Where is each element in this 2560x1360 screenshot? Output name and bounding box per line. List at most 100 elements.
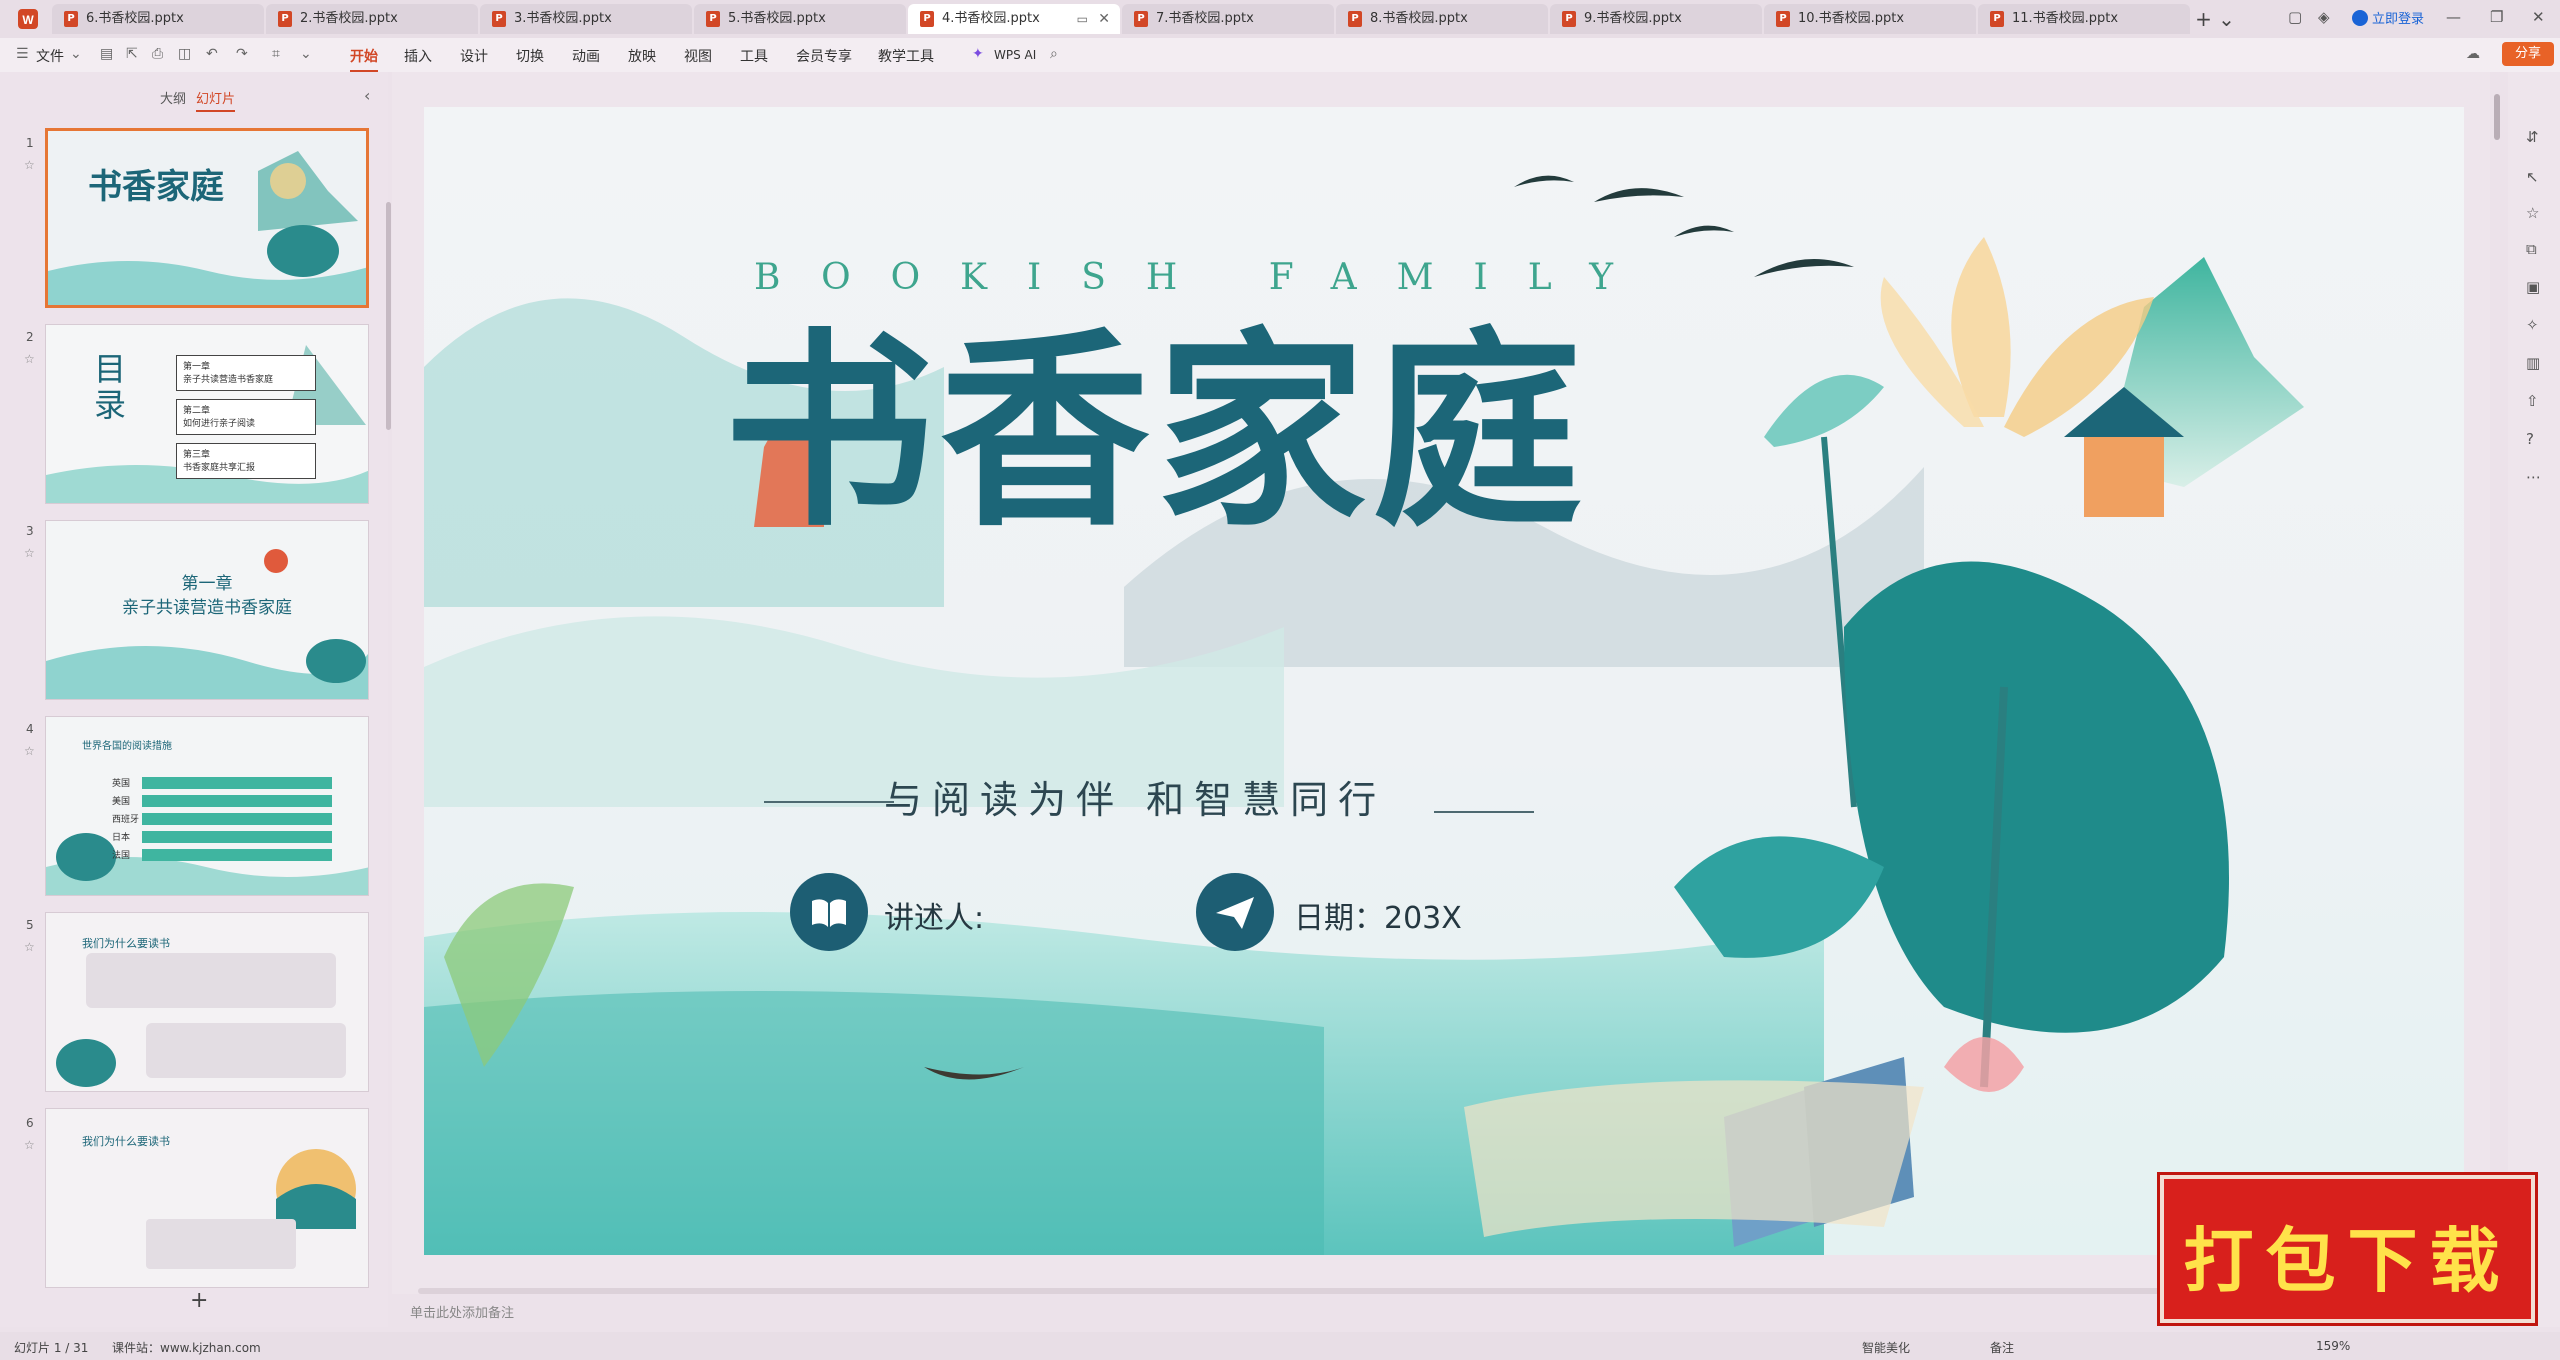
menu-teaching[interactable]: 教学工具 — [878, 46, 934, 66]
slide-main[interactable]: BOOKISH FAMILY 书香家庭 与阅读为伴 和智慧同行 讲述人: 日期：… — [424, 107, 2464, 1255]
book-icon[interactable]: ▥ — [2526, 354, 2540, 372]
share-label: 分享 — [2514, 46, 2541, 61]
star-icon[interactable]: ☆ — [24, 940, 35, 954]
close-window-icon[interactable]: ✕ — [2532, 8, 2545, 26]
print-icon[interactable]: ⎙ — [152, 46, 163, 62]
file-menu[interactable]: 文件 — [36, 46, 64, 66]
star-icon[interactable]: ☆ — [2526, 204, 2539, 222]
tab-file-active[interactable]: P 4.书香校园.pptx ▭ ✕ — [908, 4, 1120, 34]
thumb-title: 书香家庭 — [88, 167, 224, 207]
download-badge[interactable]: 打包下载 — [2160, 1175, 2535, 1323]
speaker-label[interactable]: 讲述人: — [884, 893, 984, 937]
menu-insert[interactable]: 插入 — [404, 46, 432, 66]
star-icon[interactable]: ☆ — [24, 546, 35, 560]
slide-title[interactable]: 书香家庭 — [724, 327, 1588, 537]
tab-file[interactable]: P 6.书香校园.pptx — [52, 4, 264, 34]
slide-thumbnail-5[interactable]: 我们为什么要读书 — [45, 912, 369, 1092]
book-icon — [790, 873, 868, 951]
smart-beautify-button[interactable]: 智能美化 — [1862, 1339, 1910, 1356]
share-button[interactable]: 分享 — [2502, 42, 2554, 66]
wps-logo-icon[interactable]: W — [18, 9, 38, 29]
close-icon[interactable]: ✕ — [1098, 4, 1110, 34]
search-icon[interactable]: ⌕ — [1050, 46, 1058, 62]
menu-view[interactable]: 视图 — [684, 46, 712, 66]
slide-number: 3 — [26, 524, 34, 538]
tab-file[interactable]: P 9.书香校园.pptx — [1550, 4, 1762, 34]
tab-file[interactable]: P 5.书香校园.pptx — [694, 4, 906, 34]
menu-transition[interactable]: 切换 — [516, 46, 544, 66]
tab-file[interactable]: P 7.书香校园.pptx — [1122, 4, 1334, 34]
undo-icon[interactable]: ↶ — [206, 46, 218, 62]
cube-icon[interactable]: ◈ — [2318, 8, 2330, 26]
add-slide-button[interactable]: + — [190, 1288, 208, 1313]
slide-tagline[interactable]: 与阅读为伴 和智慧同行 — [884, 769, 1386, 824]
toc-chapter: 第二章 — [183, 406, 211, 416]
collapse-panel-icon[interactable]: ‹ — [364, 86, 370, 105]
slide-thumbnail-1[interactable]: 书香家庭 — [45, 128, 369, 308]
star-icon[interactable]: ☆ — [24, 1138, 35, 1152]
tab-file[interactable]: P 2.书香校园.pptx — [266, 4, 478, 34]
magic-icon[interactable]: ✧ — [2526, 316, 2539, 334]
tab-file[interactable]: P 3.书香校园.pptx — [480, 4, 692, 34]
cloud-icon[interactable]: ☁ — [2466, 46, 2480, 62]
menu-animation[interactable]: 动画 — [572, 46, 600, 66]
more-icon[interactable]: ⋯ — [2526, 468, 2541, 486]
row-bar — [142, 777, 332, 789]
tab-label: 7.书香校园.pptx — [1156, 11, 1254, 26]
restore-icon[interactable]: ❐ — [2490, 8, 2503, 26]
wps-ai-button[interactable]: WPS AI — [994, 48, 1036, 62]
slide-thumbnail-6[interactable]: 我们为什么要读书 — [45, 1108, 369, 1288]
image-icon[interactable]: ▣ — [2526, 278, 2540, 296]
menu-design[interactable]: 设计 — [460, 46, 488, 66]
star-icon[interactable]: ☆ — [24, 158, 35, 172]
pptx-file-icon: P — [1562, 11, 1576, 27]
preview-icon[interactable]: ◫ — [178, 46, 191, 62]
notes-placeholder[interactable]: 单击此处添加备注 — [410, 1302, 514, 1321]
minimize-icon[interactable]: — — [2446, 8, 2461, 26]
copy-icon[interactable]: ⧉ — [2526, 240, 2537, 258]
slide-thumbnail-2[interactable]: 目录 第一章 亲子共读营造书香家庭 第二章 如何进行亲子阅读 第三章 书香家庭共享汇报 — [45, 324, 369, 504]
star-icon[interactable]: ☆ — [24, 744, 35, 758]
hamburger-icon[interactable]: ☰ — [16, 46, 29, 62]
menu-tools[interactable]: 工具 — [740, 46, 768, 66]
subtitle-english[interactable]: BOOKISH FAMILY — [754, 257, 1653, 298]
zoom-level[interactable]: 159% — [2316, 1339, 2350, 1353]
outline-tab[interactable]: 大纲 — [160, 88, 186, 107]
menu-member[interactable]: 会员专享 — [796, 46, 852, 66]
slides-tab[interactable]: 幻灯片 — [196, 88, 236, 112]
tab-file[interactable]: P 11.书香校园.pptx — [1978, 4, 2190, 34]
slide-thumbnail-4[interactable]: 世界各国的阅读措施 英国 美国 西班牙 日本 法国 — [45, 716, 369, 896]
thumb-title: 我们为什么要读书 — [82, 937, 170, 950]
redo-icon[interactable]: ↷ — [236, 46, 248, 62]
monitor-icon[interactable]: ▭ — [1077, 4, 1088, 34]
slide-thumbnail-3[interactable]: 第一章 亲子共读营造书香家庭 — [45, 520, 369, 700]
download-badge-text: 打包下载 — [2183, 1219, 2512, 1302]
star-icon[interactable]: ☆ — [24, 352, 35, 366]
tab-file[interactable]: P 10.书香校园.pptx — [1764, 4, 1976, 34]
row-label: 英国 — [112, 779, 131, 789]
thumb-1-art — [48, 131, 366, 305]
menu-home[interactable]: 开始 — [350, 46, 378, 72]
pointer-icon[interactable]: ↖ — [2526, 168, 2539, 186]
new-tab-button[interactable]: + ⌄ — [2192, 4, 2238, 34]
chevron-down-icon[interactable]: ⌄ — [70, 46, 82, 62]
format-painter-icon[interactable]: ⌗ — [272, 46, 280, 62]
export-icon[interactable]: ⇱ — [126, 46, 138, 62]
tab-label: 9.书香校园.pptx — [1584, 11, 1682, 26]
notes-button[interactable]: 备注 — [1990, 1339, 2014, 1356]
share-icon[interactable]: ⇧ — [2526, 392, 2539, 410]
toc-title: 书香家庭共享汇报 — [183, 463, 256, 473]
slide-number: 5 — [26, 918, 34, 932]
date-label[interactable]: 日期：203X — [1294, 893, 1462, 937]
adjust-icon[interactable]: ⇵ — [2526, 128, 2539, 146]
watermark-text: 课件站：www.kjzhan.com — [112, 1341, 261, 1355]
save-icon[interactable]: ▤ — [100, 46, 113, 62]
window-icon[interactable]: ▢ — [2288, 8, 2302, 26]
login-button[interactable]: 立即登录 — [2352, 8, 2424, 27]
help-icon[interactable]: ? — [2526, 430, 2534, 448]
tab-file[interactable]: P 8.书香校园.pptx — [1336, 4, 1548, 34]
panel-scrollbar[interactable] — [386, 202, 391, 430]
menu-slideshow[interactable]: 放映 — [628, 46, 656, 66]
vertical-scrollbar[interactable] — [2494, 94, 2500, 140]
chevron-down-icon[interactable]: ⌄ — [300, 46, 312, 62]
